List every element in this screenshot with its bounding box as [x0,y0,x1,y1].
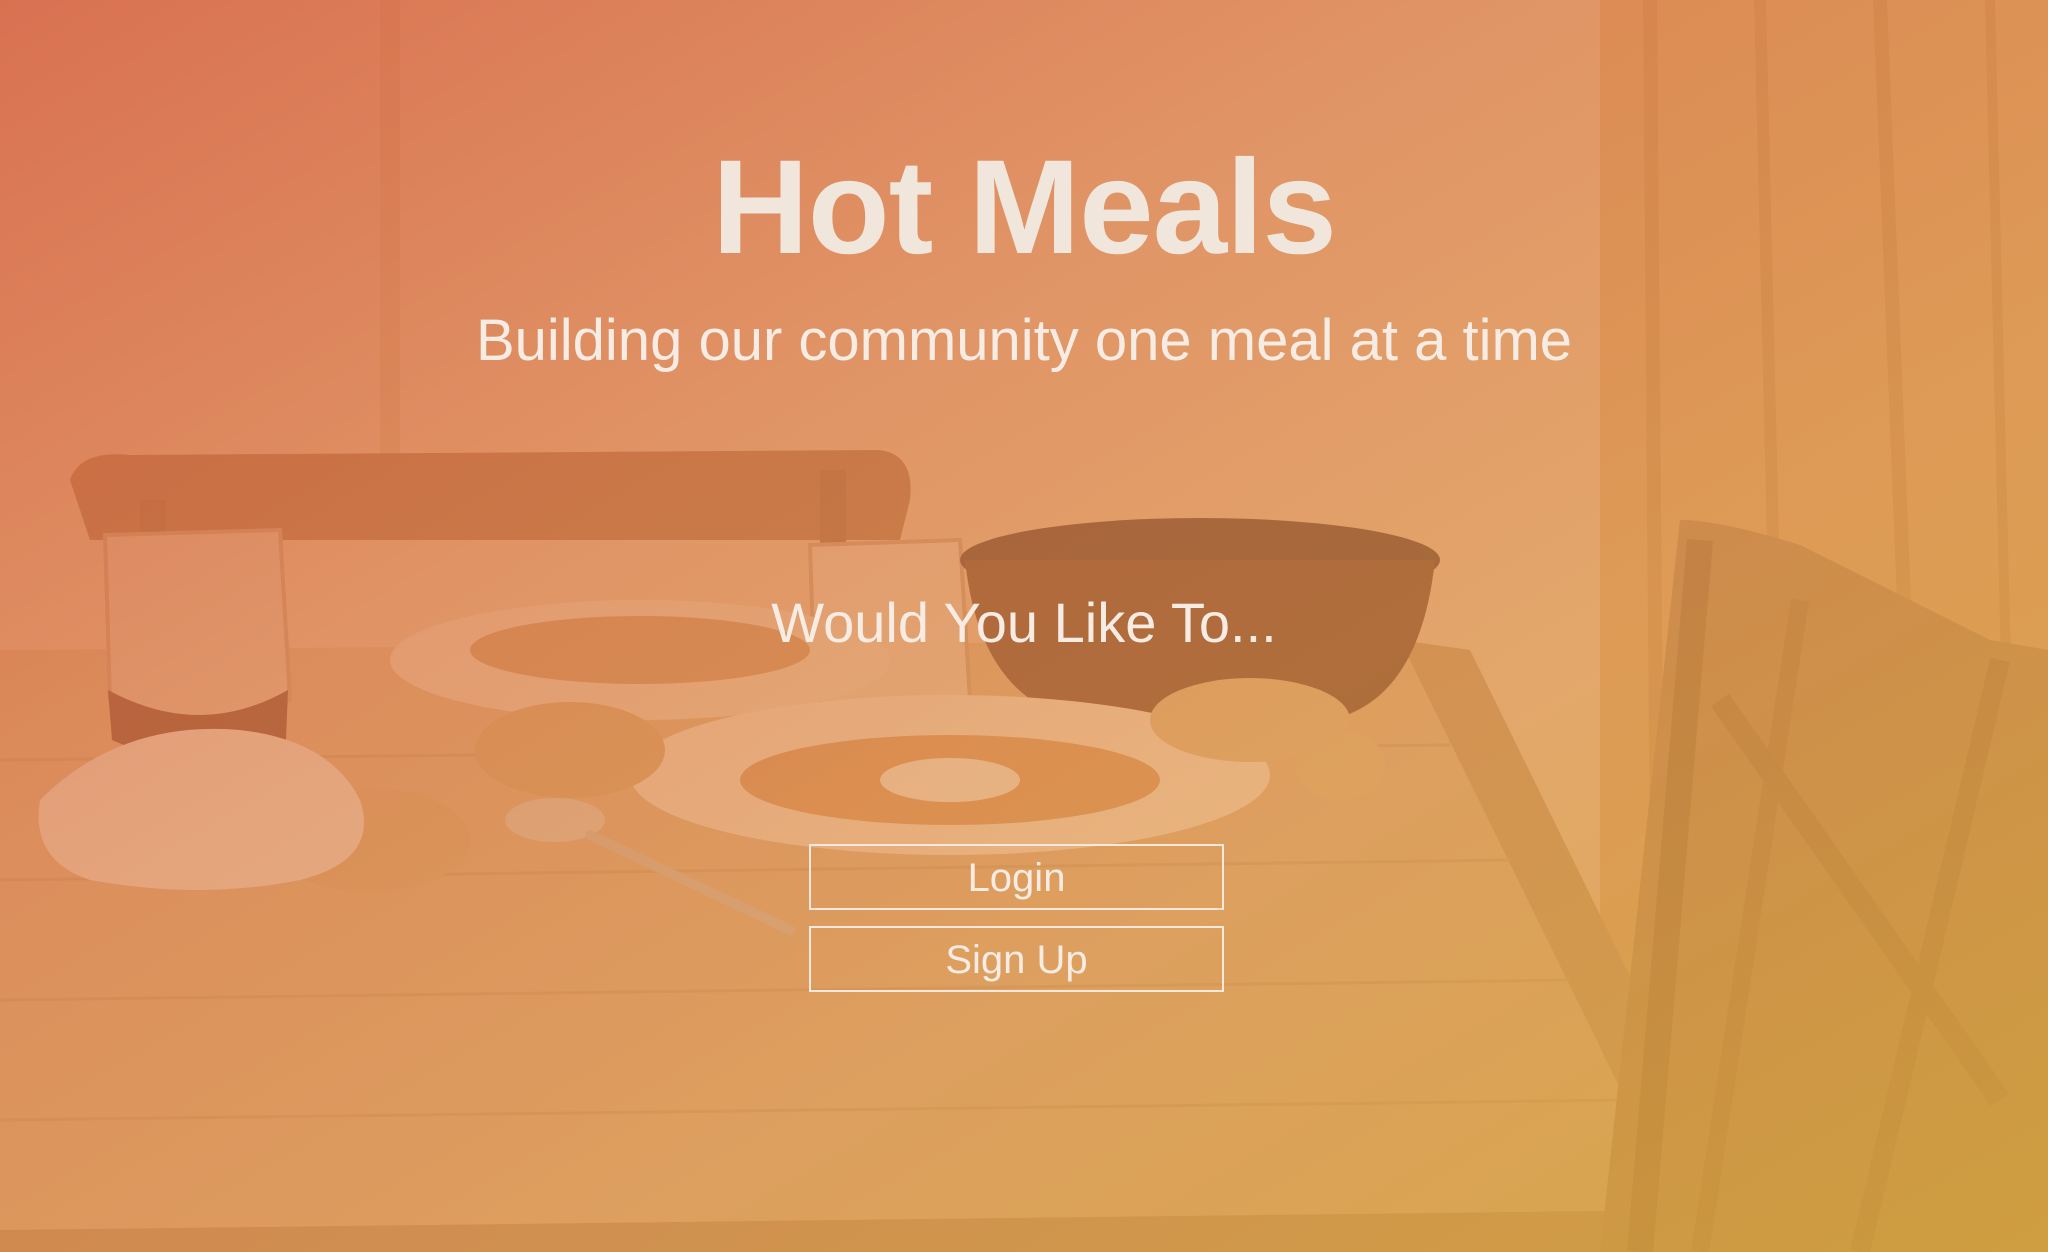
signup-button[interactable]: Sign Up [809,926,1224,992]
landing-hero: Hot Meals Building our community one mea… [0,0,2048,1252]
login-button[interactable]: Login [809,844,1224,910]
app-title: Hot Meals [712,133,1337,282]
action-prompt: Would You Like To... [771,591,1277,654]
app-tagline: Building our community one meal at a tim… [475,308,1573,373]
